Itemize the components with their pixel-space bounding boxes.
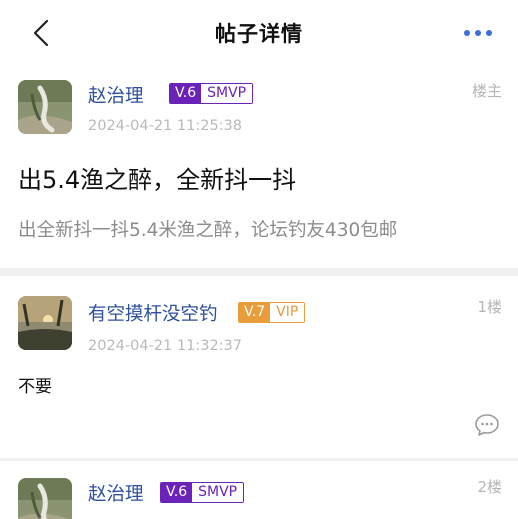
divider bbox=[0, 458, 518, 461]
reply-text: 不要 bbox=[18, 377, 52, 397]
post-time: 2024-04-21 11:25:38 bbox=[88, 118, 242, 134]
floor-label: 2楼 bbox=[477, 478, 502, 496]
level-badge: V.6 SMVP bbox=[160, 482, 245, 503]
more-dot bbox=[464, 30, 470, 36]
more-dots-icon[interactable] bbox=[464, 30, 492, 38]
level-badge: V.6 SMVP bbox=[169, 83, 254, 104]
post-title: 出5.4渔之醉，全新抖一抖 bbox=[18, 166, 297, 194]
floor-label: 楼主 bbox=[471, 82, 502, 100]
author-name[interactable]: 有空摸杆没空钓 bbox=[88, 300, 218, 326]
avatar-image bbox=[18, 478, 72, 519]
level-number: V.6 bbox=[161, 483, 193, 502]
floor-label: 1楼 bbox=[477, 298, 502, 316]
avatar[interactable] bbox=[18, 478, 72, 519]
top-navigation-bar: 帖子详情 bbox=[0, 0, 518, 66]
post-body: 出全新抖一抖5.4米渔之醉，论坛钓友430包邮 bbox=[18, 220, 398, 241]
level-badge: V.7 VIP bbox=[238, 302, 306, 323]
level-number: V.6 bbox=[170, 84, 202, 103]
level-tag: VIP bbox=[270, 303, 305, 322]
author-name[interactable]: 赵治理 bbox=[88, 480, 144, 506]
more-dot bbox=[486, 30, 492, 36]
level-tag: SMVP bbox=[192, 483, 244, 502]
avatar[interactable] bbox=[18, 80, 72, 134]
more-dot bbox=[475, 30, 481, 36]
page-title: 帖子详情 bbox=[215, 22, 303, 46]
reply-time: 2024-04-21 11:32:37 bbox=[88, 338, 242, 354]
level-tag: SMVP bbox=[201, 84, 253, 103]
avatar-image bbox=[18, 296, 72, 350]
comment-bubble-icon[interactable] bbox=[474, 413, 500, 437]
avatar-image bbox=[18, 80, 72, 134]
level-number: V.7 bbox=[239, 303, 271, 322]
avatar[interactable] bbox=[18, 296, 72, 350]
author-name[interactable]: 赵治理 bbox=[88, 82, 144, 108]
divider bbox=[0, 268, 518, 276]
